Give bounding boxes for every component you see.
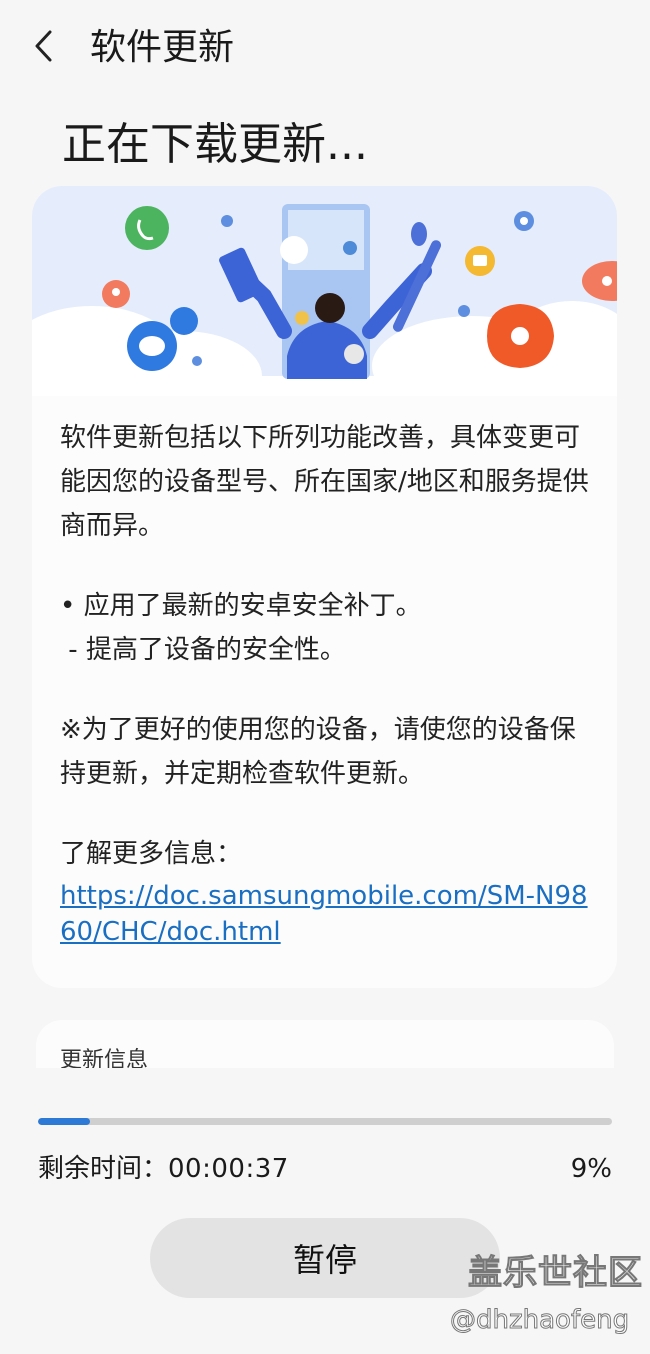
chevron-left-icon bbox=[35, 30, 52, 62]
watermark-user: @dhzhaofeng bbox=[449, 1305, 630, 1336]
download-progress-bar bbox=[38, 1118, 612, 1125]
release-notes-sub-bullet: - 提高了设备的安全性。 bbox=[60, 635, 346, 665]
update-info-label: 更新信息 bbox=[60, 1048, 149, 1068]
release-notes-intro: 软件更新包括以下所列功能改善，具体变更可能因您的设备型号、所在国家/地区和服务提… bbox=[60, 423, 589, 541]
update-info-card[interactable]: 更新信息 bbox=[36, 1020, 614, 1068]
update-details-card: 软件更新包括以下所列功能改善，具体变更可能因您的设备型号、所在国家/地区和服务提… bbox=[32, 186, 617, 988]
pause-button[interactable]: 暂停 bbox=[150, 1218, 500, 1298]
release-notes-bullet: • 应用了最新的安卓安全补丁。 bbox=[60, 591, 422, 621]
remaining-time-label: 剩余时间： bbox=[38, 1154, 169, 1184]
release-notes-tip: ※为了更好的使用您的设备，请使您的设备保持更新，并定期检查软件更新。 bbox=[60, 715, 576, 789]
more-info-link[interactable]: https://doc.samsungmobile.com/SM-N9860/C… bbox=[60, 878, 600, 950]
remaining-time: 剩余时间：00:00:37 bbox=[38, 1152, 289, 1186]
remaining-time-value: 00:00:37 bbox=[168, 1154, 289, 1184]
update-illustration bbox=[32, 186, 617, 396]
page-title: 软件更新 bbox=[90, 27, 235, 68]
download-progress-fill bbox=[38, 1118, 90, 1125]
release-notes: 软件更新包括以下所列功能改善，具体变更可能因您的设备型号、所在国家/地区和服务提… bbox=[60, 416, 600, 950]
more-info-label: 了解更多信息： bbox=[60, 839, 243, 869]
progress-percent: 9% bbox=[570, 1154, 612, 1184]
back-button[interactable] bbox=[20, 22, 68, 70]
watermark-title: 盖乐世社区 bbox=[468, 1253, 643, 1294]
app-bar: 软件更新 bbox=[0, 0, 650, 96]
download-status-heading: 正在下载更新... bbox=[62, 119, 368, 170]
